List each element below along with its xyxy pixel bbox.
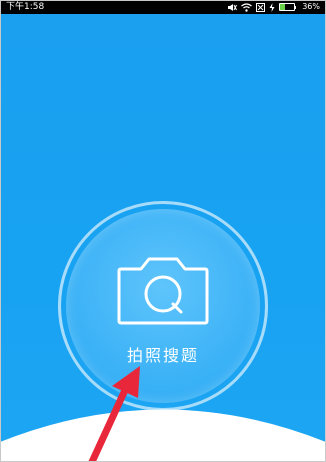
red-arrow-annotation bbox=[88, 366, 140, 462]
